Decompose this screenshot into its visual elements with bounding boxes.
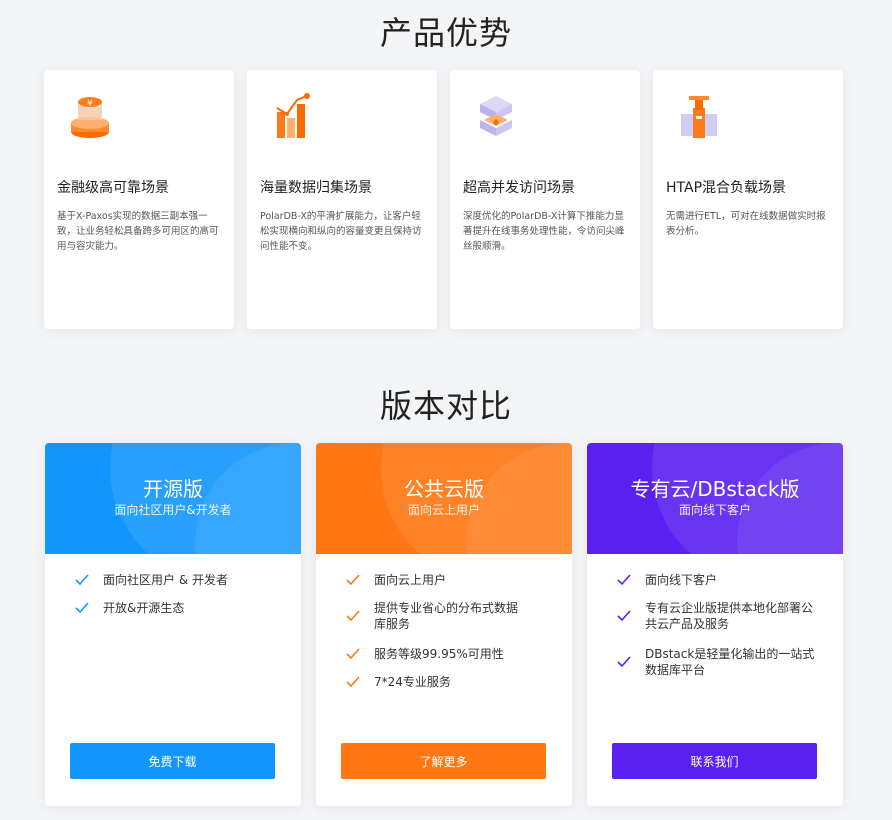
bar-chart-growth-icon [271, 92, 315, 142]
version-card-public-cloud: 公共云版 面向云上用户 面向云上用户 提供专业省心的分布式数据库服务 服务等级9… [316, 443, 572, 806]
version-header: 公共云版 面向云上用户 [316, 443, 572, 554]
feature-text: 开放&开源生态 [103, 601, 185, 615]
feature-text: 面向线下客户 [645, 573, 718, 587]
feature-item: 提供专业省心的分布式数据库服务 [346, 600, 526, 632]
version-card-private-cloud: 专有云/DBstack版 面向线下客户 面向线下客户 专有云企业版提供本地化部署… [587, 443, 843, 806]
advantage-desc: 深度优化的PolarDB-X计算下推能力显著提升在线事务处理性能，令访问尖峰丝般… [463, 211, 625, 252]
advantage-card-mass-data[interactable]: 海量数据归集场景 PolarDB-X的平滑扩展能力，让客户轻松实现横向和纵向的容… [247, 70, 437, 329]
svg-text:¥: ¥ [87, 99, 93, 109]
version-subtitle: 面向云上用户 [407, 503, 480, 517]
check-icon [346, 648, 360, 660]
advantage-title: HTAP混合负载场景 [666, 180, 787, 196]
server-blocks-icon [677, 92, 721, 142]
advantage-card-htap[interactable]: HTAP混合负载场景 无需进行ETL，可对在线数据做实时报表分析。 [653, 70, 843, 329]
feature-item: 面向线下客户 [617, 572, 817, 588]
version-card-open-source: 开源版 面向社区用户&开发者 面向社区用户 & 开发者 开放&开源生态 免费下载 [45, 443, 301, 806]
check-icon [617, 610, 631, 622]
check-icon [346, 574, 360, 586]
contact-us-button[interactable]: 联系我们 [612, 743, 817, 779]
check-icon [617, 574, 631, 586]
version-header: 专有云/DBstack版 面向线下客户 [587, 443, 843, 554]
advantage-card-high-concurrency[interactable]: 超高并发访问场景 深度优化的PolarDB-X计算下推能力显著提升在线事务处理性… [450, 70, 640, 329]
feature-item: 7*24专业服务 [346, 674, 546, 690]
version-subtitle: 面向社区用户&开发者 [114, 503, 232, 517]
versions-title: 版本对比 [379, 387, 512, 425]
layered-cube-icon [474, 92, 518, 142]
version-name: 专有云/DBstack版 [630, 477, 800, 501]
feature-item: DBstack是轻量化输出的一站式数据库平台 [617, 646, 817, 678]
feature-text: 专有云企业版提供本地化部署公共云产品及服务 [645, 601, 814, 631]
version-name: 开源版 [143, 477, 203, 501]
feature-text: 提供专业省心的分布式数据库服务 [374, 601, 519, 631]
check-icon [346, 676, 360, 688]
check-icon [617, 656, 631, 668]
feature-text: 7*24专业服务 [374, 675, 451, 689]
advantage-desc: PolarDB-X的平滑扩展能力，让客户轻松实现横向和纵向的容量变更且保持访问性… [260, 211, 422, 252]
coin-stack-icon: ¥ [68, 92, 112, 142]
feature-item: 专有云企业版提供本地化部署公共云产品及服务 [617, 600, 817, 632]
feature-text: 面向社区用户 & 开发者 [103, 573, 228, 587]
version-header: 开源版 面向社区用户&开发者 [45, 443, 301, 554]
version-subtitle: 面向线下客户 [678, 503, 751, 517]
feature-text: 服务等级99.95%可用性 [374, 647, 504, 661]
feature-item: 开放&开源生态 [75, 600, 275, 616]
check-icon [75, 574, 89, 586]
feature-item: 服务等级99.95%可用性 [346, 646, 546, 662]
free-download-button[interactable]: 免费下载 [70, 743, 275, 779]
feature-item: 面向云上用户 [346, 572, 546, 588]
advantage-title: 金融级高可靠场景 [57, 180, 169, 196]
advantage-desc: 无需进行ETL，可对在线数据做实时报表分析。 [666, 211, 826, 237]
version-name: 公共云版 [404, 477, 484, 501]
advantage-title: 超高并发访问场景 [463, 180, 575, 196]
feature-item: 面向社区用户 & 开发者 [75, 572, 275, 588]
advantage-desc: 基于X-Paxos实现的数据三副本强一致，让业务轻松具备跨多可用区的高可用与容灾… [57, 211, 219, 252]
advantages-title: 产品优势 [379, 14, 512, 52]
advantage-card-financial[interactable]: ¥ 金融级高可靠场景 基于X-Paxos实现的数据三副本强一致，让业务轻松具备跨… [44, 70, 234, 329]
learn-more-button[interactable]: 了解更多 [341, 743, 546, 779]
feature-text: DBstack是轻量化输出的一站式数据库平台 [645, 647, 815, 677]
advantage-title: 海量数据归集场景 [260, 180, 372, 196]
feature-text: 面向云上用户 [374, 573, 447, 587]
check-icon [346, 610, 360, 622]
check-icon [75, 602, 89, 614]
